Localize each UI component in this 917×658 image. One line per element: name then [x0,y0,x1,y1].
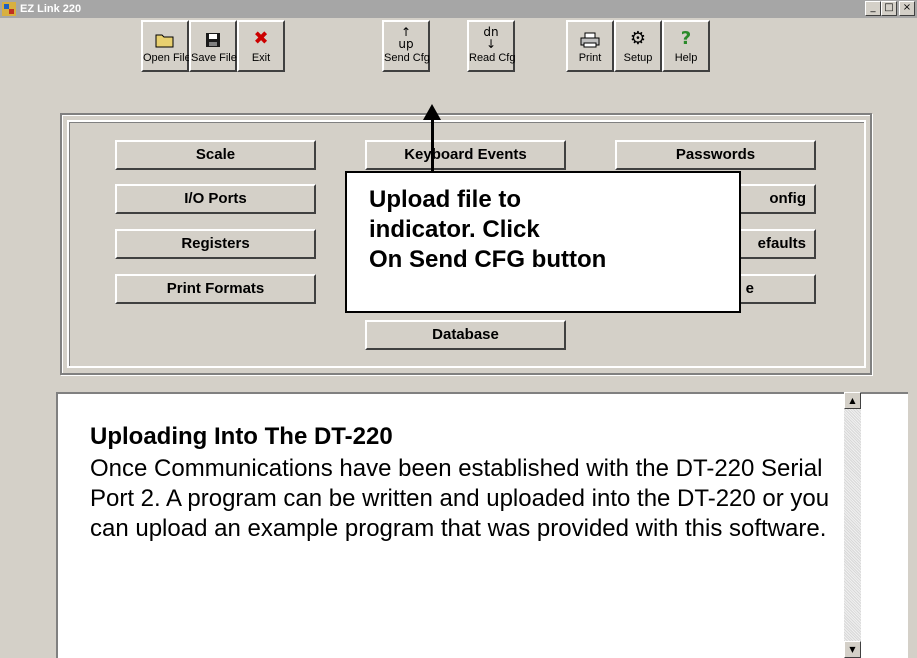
close-button[interactable]: × [899,1,915,16]
floppy-disk-icon [191,26,235,52]
io-ports-button[interactable]: I/O Ports [115,184,316,214]
scale-button[interactable]: Scale [115,140,316,170]
keyboard-events-button[interactable]: Keyboard Events [365,140,566,170]
minimize-button[interactable]: _ [865,1,881,16]
callout-line-3: On Send CFG button [369,246,607,273]
passwords-button[interactable]: Passwords [615,140,816,170]
help-heading: Uploading Into The DT-220 [90,423,393,450]
setup-button[interactable]: ⚙ Setup [614,20,662,72]
help-button[interactable]: ? Help [662,20,710,72]
read-cfg-button[interactable]: dn ↓ Read Cfg [467,20,515,72]
maximize-button[interactable]: □ [881,1,897,16]
open-file-button[interactable]: Open File [141,20,191,72]
help-text-panel: Uploading Into The DT-220 Once Communica… [56,392,908,658]
callout-arrow-head [423,104,441,120]
print-formats-button[interactable]: Print Formats [115,274,316,304]
help-body: Once Communications have been establishe… [90,455,830,542]
callout-line-1: Upload file to [369,186,521,213]
upload-arrow-icon: ↑ up [398,25,414,51]
printer-icon [568,26,612,52]
scroll-down-button[interactable]: ▼ [844,641,861,658]
title-bar: EZ Link 220 _ □ × [0,0,917,18]
tools-icon: ⚙ [629,28,647,49]
download-arrow-icon: dn ↓ [483,25,499,51]
scroll-up-button[interactable]: ▲ [844,392,861,409]
print-button[interactable]: Print [566,20,614,72]
vertical-scrollbar[interactable]: ▲ ▼ [844,392,861,658]
database-button[interactable]: Database [365,320,566,350]
app-icon [2,2,16,16]
callout-box: Upload file to indicator. Click On Send … [345,171,741,313]
folder-icon [143,26,187,52]
registers-button[interactable]: Registers [115,229,316,259]
exit-button[interactable]: ✖ Exit [237,20,285,72]
callout-line-2: indicator. Click [369,216,540,243]
callout-arrow [431,118,434,171]
save-file-button[interactable]: Save File [189,20,237,72]
send-cfg-button[interactable]: ↑ up Send Cfg [382,20,430,72]
red-x-icon: ✖ [253,28,269,49]
question-mark-icon: ? [680,28,692,49]
window-title: EZ Link 220 [20,3,82,15]
